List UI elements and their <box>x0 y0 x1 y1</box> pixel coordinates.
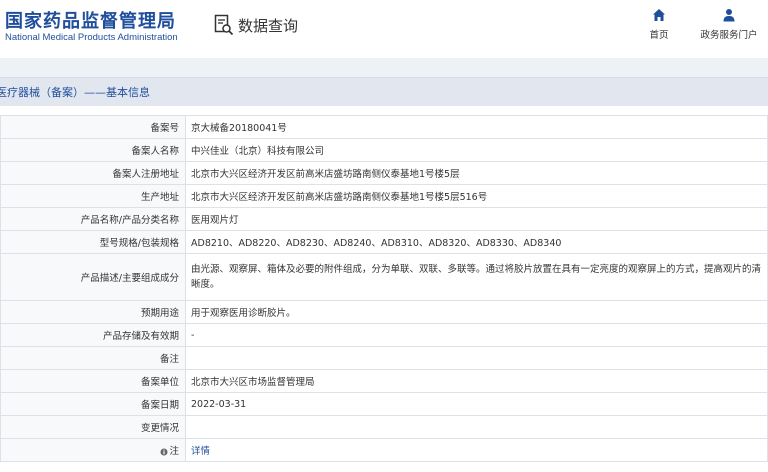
table-row: 备案日期 2022-03-31 <box>0 392 768 416</box>
document-search-icon <box>214 14 234 36</box>
row-value: 北京市大兴区经济开发区前高米店盛坊路南侧仪泰基地1号楼5层516号 <box>185 184 768 208</box>
row-value: 北京市大兴区市场监督管理局 <box>185 369 768 393</box>
row-value <box>185 346 768 370</box>
table-row: 备案人名称 中兴佳业（北京）科技有限公司 <box>0 138 768 162</box>
table-row: 产品存储及有效期 - <box>0 323 768 347</box>
table-row: 注 详情 <box>0 438 768 462</box>
row-label: 备案单位 <box>0 369 186 393</box>
data-query-link[interactable]: 数据查询 <box>214 12 298 38</box>
table-row: 备案单位 北京市大兴区市场监督管理局 <box>0 369 768 393</box>
row-label: 产品名称/产品分类名称 <box>0 207 186 231</box>
data-query-label: 数据查询 <box>238 16 299 35</box>
table-row: 型号规格/包装规格 AD8210、AD8220、AD8230、AD8240、AD… <box>0 230 768 254</box>
row-value: 详情 <box>185 438 768 462</box>
row-value: 由光源、观察屏、箱体及必要的附件组成，分为单联、双联、多联等。通过将胶片放置在具… <box>185 253 768 301</box>
row-label: 产品存储及有效期 <box>0 323 186 347</box>
table-row: 备案人注册地址 北京市大兴区经济开发区前高米店盛坊路南侧仪泰基地1号楼5层 <box>0 161 768 185</box>
row-value: 京大械备20180041号 <box>185 115 768 139</box>
row-label: 生产地址 <box>0 184 186 208</box>
record-detail-table: 备案号 京大械备20180041号 备案人名称 中兴佳业（北京）科技有限公司 备… <box>0 115 768 462</box>
user-icon <box>723 9 735 22</box>
table-row: 变更情况 <box>0 415 768 439</box>
row-value: 用于观察医用诊断胶片。 <box>185 300 768 324</box>
row-label: 预期用途 <box>0 300 186 324</box>
row-label: 型号规格/包装规格 <box>0 230 186 254</box>
row-value: 中兴佳业（北京）科技有限公司 <box>185 138 768 162</box>
info-icon <box>160 448 168 455</box>
table-row: 备注 <box>0 346 768 370</box>
row-value <box>185 415 768 439</box>
section-header: 医疗器械（备案）——基本信息 <box>0 77 768 108</box>
site-header: 国家药品监督管理局 National Medical Products Admi… <box>0 0 768 58</box>
table-row: 预期用途 用于观察医用诊断胶片。 <box>0 300 768 324</box>
table-row: 产品描述/主要组成成分 由光源、观察屏、箱体及必要的附件组成，分为单联、双联、多… <box>0 253 768 301</box>
nav-portal-label: 政务服务门户 <box>700 30 758 41</box>
logo-chinese[interactable]: 国家药品监督管理局 <box>5 7 176 33</box>
header-divider <box>0 58 768 77</box>
row-label: 备注 <box>0 346 186 370</box>
row-label: 注 <box>169 446 179 457</box>
row-label: 备案日期 <box>0 392 186 416</box>
row-label: 备案人注册地址 <box>0 161 186 185</box>
row-value: AD8210、AD8220、AD8230、AD8240、AD8310、AD832… <box>185 230 768 254</box>
table-row: 备案号 京大械备20180041号 <box>0 115 768 139</box>
row-value: 2022-03-31 <box>185 392 768 416</box>
section-divider <box>0 106 768 108</box>
note-row-label: 注 <box>0 438 186 462</box>
logo-english: National Medical Products Administration <box>5 32 178 43</box>
section-title: 医疗器械（备案）——基本信息 <box>0 86 150 99</box>
row-value: 北京市大兴区经济开发区前高米店盛坊路南侧仪泰基地1号楼5层 <box>185 161 768 185</box>
row-label: 备案人名称 <box>0 138 186 162</box>
row-value: 医用观片灯 <box>185 207 768 231</box>
nav-service-portal[interactable]: 政务服务门户 <box>684 8 768 41</box>
row-label: 产品描述/主要组成成分 <box>0 253 186 301</box>
row-label: 备案号 <box>0 115 186 139</box>
home-icon <box>653 9 665 21</box>
row-value: - <box>185 323 768 347</box>
table-row: 产品名称/产品分类名称 医用观片灯 <box>0 207 768 231</box>
details-link[interactable]: 详情 <box>191 446 210 457</box>
row-label: 变更情况 <box>0 415 186 439</box>
table-row: 生产地址 北京市大兴区经济开发区前高米店盛坊路南侧仪泰基地1号楼5层516号 <box>0 184 768 208</box>
